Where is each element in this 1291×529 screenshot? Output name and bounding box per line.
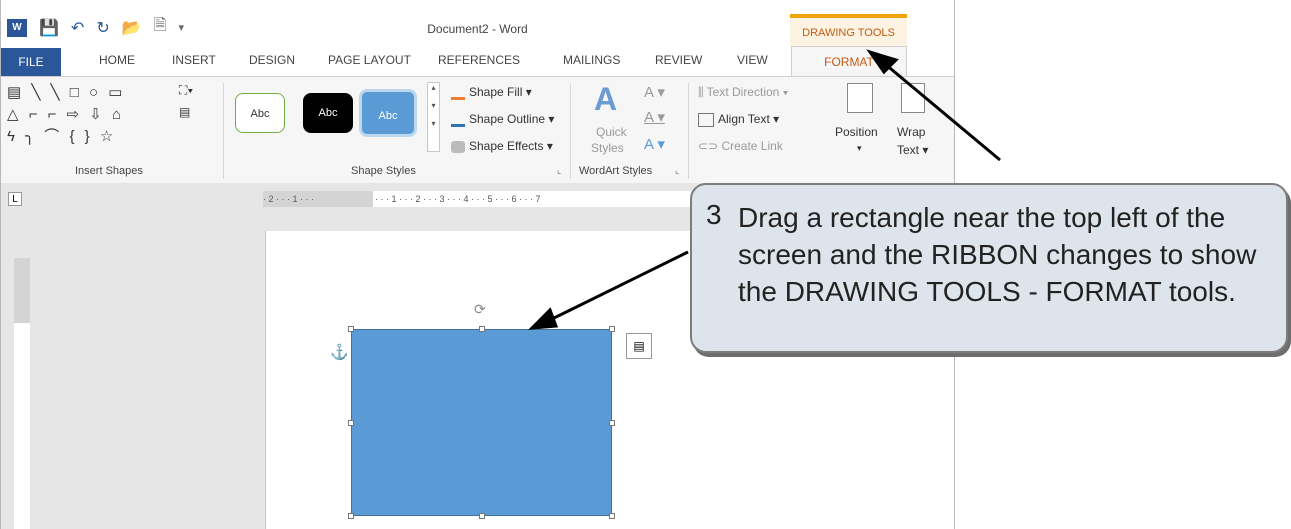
- rotation-handle-icon[interactable]: ⟳: [474, 301, 486, 318]
- shape-styles-scroll[interactable]: ▴ ▾ ▾: [427, 82, 440, 152]
- group-separator: [223, 83, 224, 179]
- text-fill-icon[interactable]: A ▾: [644, 83, 665, 101]
- shape-effects-icon: [451, 140, 465, 153]
- tab-file[interactable]: FILE: [1, 48, 61, 76]
- tab-format[interactable]: FORMAT: [791, 46, 907, 76]
- tab-view[interactable]: VIEW: [737, 53, 768, 67]
- resize-handle[interactable]: [348, 513, 354, 519]
- shapes-row-2: △ ⌐ ⌐ ⇨ ⇩ ⌂: [7, 106, 125, 123]
- tab-review[interactable]: REVIEW: [655, 53, 702, 67]
- text-outline-icon[interactable]: A ▾: [644, 108, 665, 126]
- shape-effects-label: Shape Effects: [469, 139, 544, 153]
- wrap-text-label-2[interactable]: Text ▾: [897, 143, 928, 157]
- align-text-label: Align Text: [718, 112, 770, 126]
- position-icon: [847, 83, 873, 113]
- vertical-ruler-margin: [14, 258, 30, 323]
- shape-style-black[interactable]: Abc: [303, 93, 353, 133]
- quick-styles-label-1[interactable]: Quick: [596, 125, 627, 139]
- ribbon: ▤ ╲ ╲ □ ○ ▭ △ ⌐ ⌐ ⇨ ⇩ ⌂ ϟ ╮ ⌒ { } ☆ ⛶▾ ▤…: [1, 76, 954, 184]
- resize-handle[interactable]: [348, 326, 354, 332]
- layout-options-icon[interactable]: ▤: [626, 333, 652, 359]
- align-text-button[interactable]: Align Text ▾: [698, 112, 779, 127]
- link-icon: ⊂⊃: [698, 139, 722, 153]
- text-direction-button[interactable]: ⫼ Text Direction ▾: [698, 85, 789, 100]
- text-effects-icon[interactable]: A ▾: [644, 135, 665, 153]
- group-label-shape-styles: Shape Styles: [351, 165, 416, 177]
- align-text-icon: [698, 112, 714, 127]
- ribbon-tabs: FILE HOME INSERT DESIGN PAGE LAYOUT REFE…: [1, 46, 954, 76]
- anchor-icon: ⚓: [330, 344, 349, 361]
- resize-handle[interactable]: [479, 513, 485, 519]
- shapes-row-3: ϟ ╮ ⌒ { } ☆: [7, 128, 117, 145]
- resize-handle[interactable]: [479, 326, 485, 332]
- instruction-callout: 3 Drag a rectangle near the top left of …: [690, 183, 1288, 353]
- resize-handle[interactable]: [348, 420, 354, 426]
- wordart-launcher-icon[interactable]: ⌞: [675, 165, 679, 176]
- tab-home[interactable]: HOME: [99, 53, 135, 67]
- tab-mailings[interactable]: MAILINGS: [563, 53, 620, 67]
- title-bar: W 💾 ↶ ↻ 📂 🗎 ▾ Document2 - Word DRAWING T…: [1, 0, 954, 49]
- shapes-row-1: ▤ ╲ ╲ □ ○ ▭: [7, 84, 126, 101]
- wrap-text-icon: [901, 83, 925, 113]
- pencil-icon: [451, 112, 465, 128]
- drawn-rectangle-shape[interactable]: [351, 329, 612, 516]
- create-link-label: Create Link: [721, 139, 783, 153]
- shape-styles-launcher-icon[interactable]: ⌞: [557, 165, 561, 176]
- wrap-text-label-2-text: Text: [897, 143, 920, 157]
- group-separator: [570, 83, 571, 179]
- quick-styles-icon: A: [594, 81, 618, 117]
- shape-effects-button[interactable]: Shape Effects ▾: [451, 139, 553, 153]
- create-link-button[interactable]: ⊂⊃ Create Link: [698, 139, 783, 153]
- resize-handle[interactable]: [609, 513, 615, 519]
- shape-outline-button[interactable]: Shape Outline ▾: [451, 112, 554, 128]
- position-label[interactable]: Position: [835, 125, 878, 139]
- horizontal-ruler-margin-marks: · 2 · · · 1 · · ·: [263, 194, 314, 204]
- tab-references[interactable]: REFERENCES: [438, 53, 520, 67]
- edit-shape-icon[interactable]: ⛶▾: [179, 83, 193, 98]
- shapes-gallery[interactable]: ▤ ╲ ╲ □ ○ ▭ △ ⌐ ⌐ ⇨ ⇩ ⌂ ϟ ╮ ⌒ { } ☆: [7, 82, 197, 152]
- tab-design[interactable]: DESIGN: [249, 53, 295, 67]
- quick-styles-label-2[interactable]: Styles: [591, 141, 624, 155]
- tab-selector[interactable]: L: [8, 192, 22, 206]
- text-direction-icon: ⫼: [698, 85, 707, 99]
- group-label-wordart-styles: WordArt Styles: [579, 165, 653, 177]
- horizontal-ruler-margin: · 2 · · · 1 · · ·: [263, 191, 373, 207]
- tab-page-layout[interactable]: PAGE LAYOUT: [328, 53, 411, 67]
- shape-style-blue-selected[interactable]: Abc: [359, 89, 417, 137]
- draw-textbox-icon[interactable]: ▤: [179, 105, 190, 119]
- shape-outline-label: Shape Outline: [469, 112, 546, 126]
- shape-fill-button[interactable]: Shape Fill ▾: [451, 85, 532, 101]
- shape-fill-label: Shape Fill: [469, 85, 523, 99]
- group-label-insert-shapes: Insert Shapes: [75, 165, 143, 177]
- position-dropdown-icon[interactable]: ▾: [857, 143, 862, 154]
- group-separator: [688, 83, 689, 179]
- drawing-tools-context-label: DRAWING TOOLS: [790, 14, 907, 49]
- shape-style-outline-green[interactable]: Abc: [235, 93, 285, 133]
- tab-insert[interactable]: INSERT: [172, 53, 216, 67]
- callout-text: Drag a rectangle near the top left of th…: [738, 202, 1257, 307]
- text-direction-label: Text Direction: [706, 85, 780, 99]
- resize-handle[interactable]: [609, 420, 615, 426]
- wrap-text-label-1[interactable]: Wrap: [897, 125, 925, 139]
- callout-step-number: 3: [706, 199, 722, 230]
- resize-handle[interactable]: [609, 326, 615, 332]
- paint-bucket-icon: [451, 85, 465, 101]
